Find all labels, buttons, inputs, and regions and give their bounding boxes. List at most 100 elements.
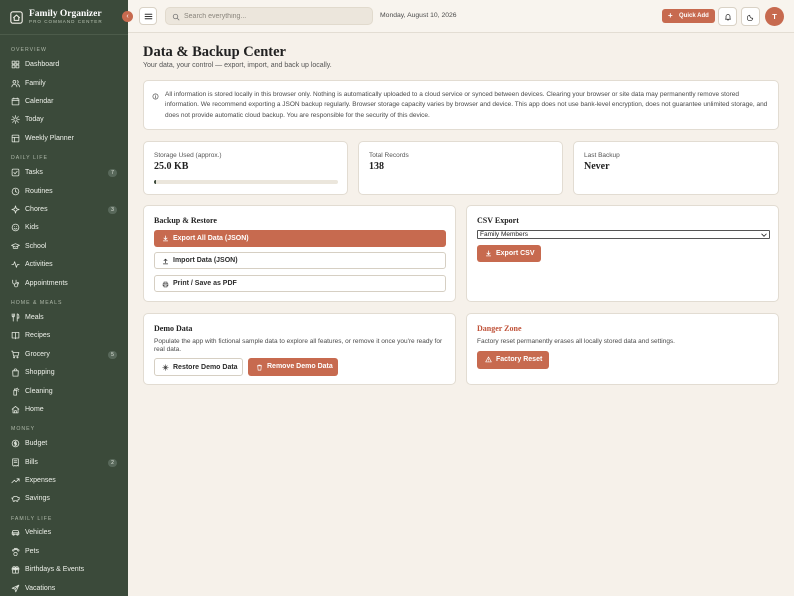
storage-progress-fill (154, 180, 156, 184)
cart-icon (11, 350, 20, 359)
sidebar-item-label: Family (25, 79, 46, 87)
count-badge: 7 (108, 169, 117, 177)
sidebar-item-chores[interactable]: Chores 3 (6, 202, 122, 217)
restore-demo-button[interactable]: Restore Demo Data (154, 358, 243, 376)
receipt-icon (12, 458, 19, 467)
notifications-button[interactable] (718, 7, 737, 26)
factory-reset-button[interactable]: Factory Reset (477, 351, 549, 369)
sidebar-item-label: Dashboard (25, 60, 60, 68)
dollar-icon (11, 439, 20, 448)
sidebar-item-label: Shopping (25, 368, 55, 376)
sidebar-item-label: Budget (25, 439, 48, 447)
piggy-bank-icon (11, 496, 20, 502)
print-pdf-label: Print / Save as PDF (173, 280, 237, 287)
section-daily-life: DAILY LIFE (11, 155, 48, 161)
records-value: 138 (369, 161, 384, 172)
user-avatar[interactable]: T (765, 7, 784, 26)
sidebar-item-label: Home (25, 405, 44, 413)
remove-demo-label: Remove Demo Data (267, 363, 333, 370)
sidebar-item-pets[interactable]: Pets (6, 544, 122, 559)
quick-add-label: Quick Add (679, 12, 709, 19)
csv-export-card: CSV Export Family Members Export CSV (466, 205, 779, 302)
sidebar-item-label: Birthdays & Events (25, 565, 85, 573)
house-icon (11, 406, 20, 414)
count-badge: 3 (108, 206, 117, 214)
sidebar-item-cleaning[interactable]: Cleaning (6, 384, 122, 399)
danger-zone-card: Danger Zone Factory reset permanently er… (466, 313, 779, 385)
count-badge: 5 (108, 351, 117, 359)
sidebar-item-label: Vehicles (25, 528, 52, 536)
sidebar-item-label: Meals (25, 313, 44, 321)
import-json-label: Import Data (JSON) (173, 257, 238, 264)
sidebar-item-birthdays-events[interactable]: Birthdays & Events (6, 562, 122, 577)
remove-demo-button[interactable]: Remove Demo Data (248, 358, 338, 376)
users-icon (11, 80, 20, 88)
page-subtitle: Your data, your control — export, import… (143, 62, 332, 69)
csv-dataset-select[interactable]: Family Members (477, 230, 770, 239)
export-json-button[interactable]: Export All Data (JSON) (154, 230, 446, 247)
section-money: MONEY (11, 426, 36, 432)
sidebar-item-routines[interactable]: Routines (6, 184, 122, 199)
house-logo-icon (10, 11, 23, 24)
backup-restore-title: Backup & Restore (154, 216, 217, 225)
import-json-button[interactable]: Import Data (JSON) (154, 252, 446, 269)
sidebar-item-school[interactable]: School (6, 239, 122, 254)
spray-icon (13, 387, 20, 396)
chevron-down-icon (761, 233, 767, 237)
calendar-icon (11, 97, 20, 106)
storage-value: 25.0 KB (154, 161, 189, 172)
clock-icon (11, 187, 20, 196)
page-title: Data & Backup Center (143, 44, 286, 60)
demo-data-card: Demo Data Populate the app with fictiona… (143, 313, 456, 385)
sidebar-item-activities[interactable]: Activities (6, 257, 122, 272)
csv-selected-value: Family Members (480, 231, 529, 238)
sidebar-item-meals[interactable]: Meals (6, 310, 122, 325)
sidebar-item-expenses[interactable]: Expenses (6, 473, 122, 488)
sidebar-item-grocery[interactable]: Grocery 5 (6, 347, 122, 362)
sidebar-item-shopping[interactable]: Shopping (6, 365, 122, 380)
print-pdf-button[interactable]: Print / Save as PDF (154, 275, 446, 292)
search-input[interactable] (184, 10, 369, 23)
sidebar-item-bills[interactable]: Bills 2 (6, 455, 122, 470)
brand-title: Family Organizer (29, 9, 102, 19)
sidebar-item-family[interactable]: Family (6, 76, 122, 91)
sidebar-item-weekly-planner[interactable]: Weekly Planner (6, 131, 122, 146)
sidebar-item-label: Calendar (25, 97, 54, 105)
sidebar-item-home[interactable]: Home (6, 402, 122, 417)
theme-toggle-button[interactable] (741, 7, 760, 26)
sidebar-item-vehicles[interactable]: Vehicles (6, 525, 122, 540)
topbar: Monday, August 10, 2026 + Quick Add T (128, 0, 794, 33)
paw-icon (12, 547, 20, 556)
factory-reset-label: Factory Reset (496, 356, 543, 363)
collapse-sidebar-button[interactable]: ‹ (122, 11, 133, 22)
sidebar-item-dashboard[interactable]: Dashboard (6, 57, 122, 72)
trash-icon (257, 364, 262, 370)
sidebar-item-kids[interactable]: Kids (6, 220, 122, 235)
sidebar-item-savings[interactable]: Savings (6, 491, 122, 506)
sidebar-item-vacations[interactable]: Vacations (6, 581, 122, 596)
sidebar-divider (0, 34, 128, 35)
menu-button[interactable] (139, 7, 157, 25)
sidebar-item-budget[interactable]: Budget (6, 436, 122, 451)
sidebar-item-appointments[interactable]: Appointments (6, 276, 122, 291)
sidebar-item-label: Grocery (25, 350, 50, 358)
sidebar-item-calendar[interactable]: Calendar (6, 94, 122, 109)
bag-icon (12, 368, 19, 377)
restore-demo-label: Restore Demo Data (173, 363, 238, 371)
sidebar-item-label: Routines (25, 187, 53, 195)
export-csv-label: Export CSV (496, 249, 535, 257)
sidebar-item-tasks[interactable]: Tasks 7 (6, 165, 122, 180)
sidebar-item-label: Today (25, 115, 44, 123)
csv-export-title: CSV Export (477, 216, 519, 225)
quick-add-button[interactable]: + Quick Add (662, 9, 715, 23)
export-json-label: Export All Data (JSON) (173, 234, 249, 242)
sidebar-item-today[interactable]: Today (6, 112, 122, 127)
sidebar-item-label: Appointments (25, 279, 68, 287)
hamburger-icon (144, 13, 153, 20)
sparkle-icon (11, 205, 20, 214)
download-icon (485, 250, 492, 257)
sidebar-item-recipes[interactable]: Recipes (6, 328, 122, 343)
sparkle-icon (162, 364, 169, 371)
export-csv-button[interactable]: Export CSV (477, 245, 541, 262)
brand-subtitle: PRO COMMAND CENTER (29, 19, 103, 24)
